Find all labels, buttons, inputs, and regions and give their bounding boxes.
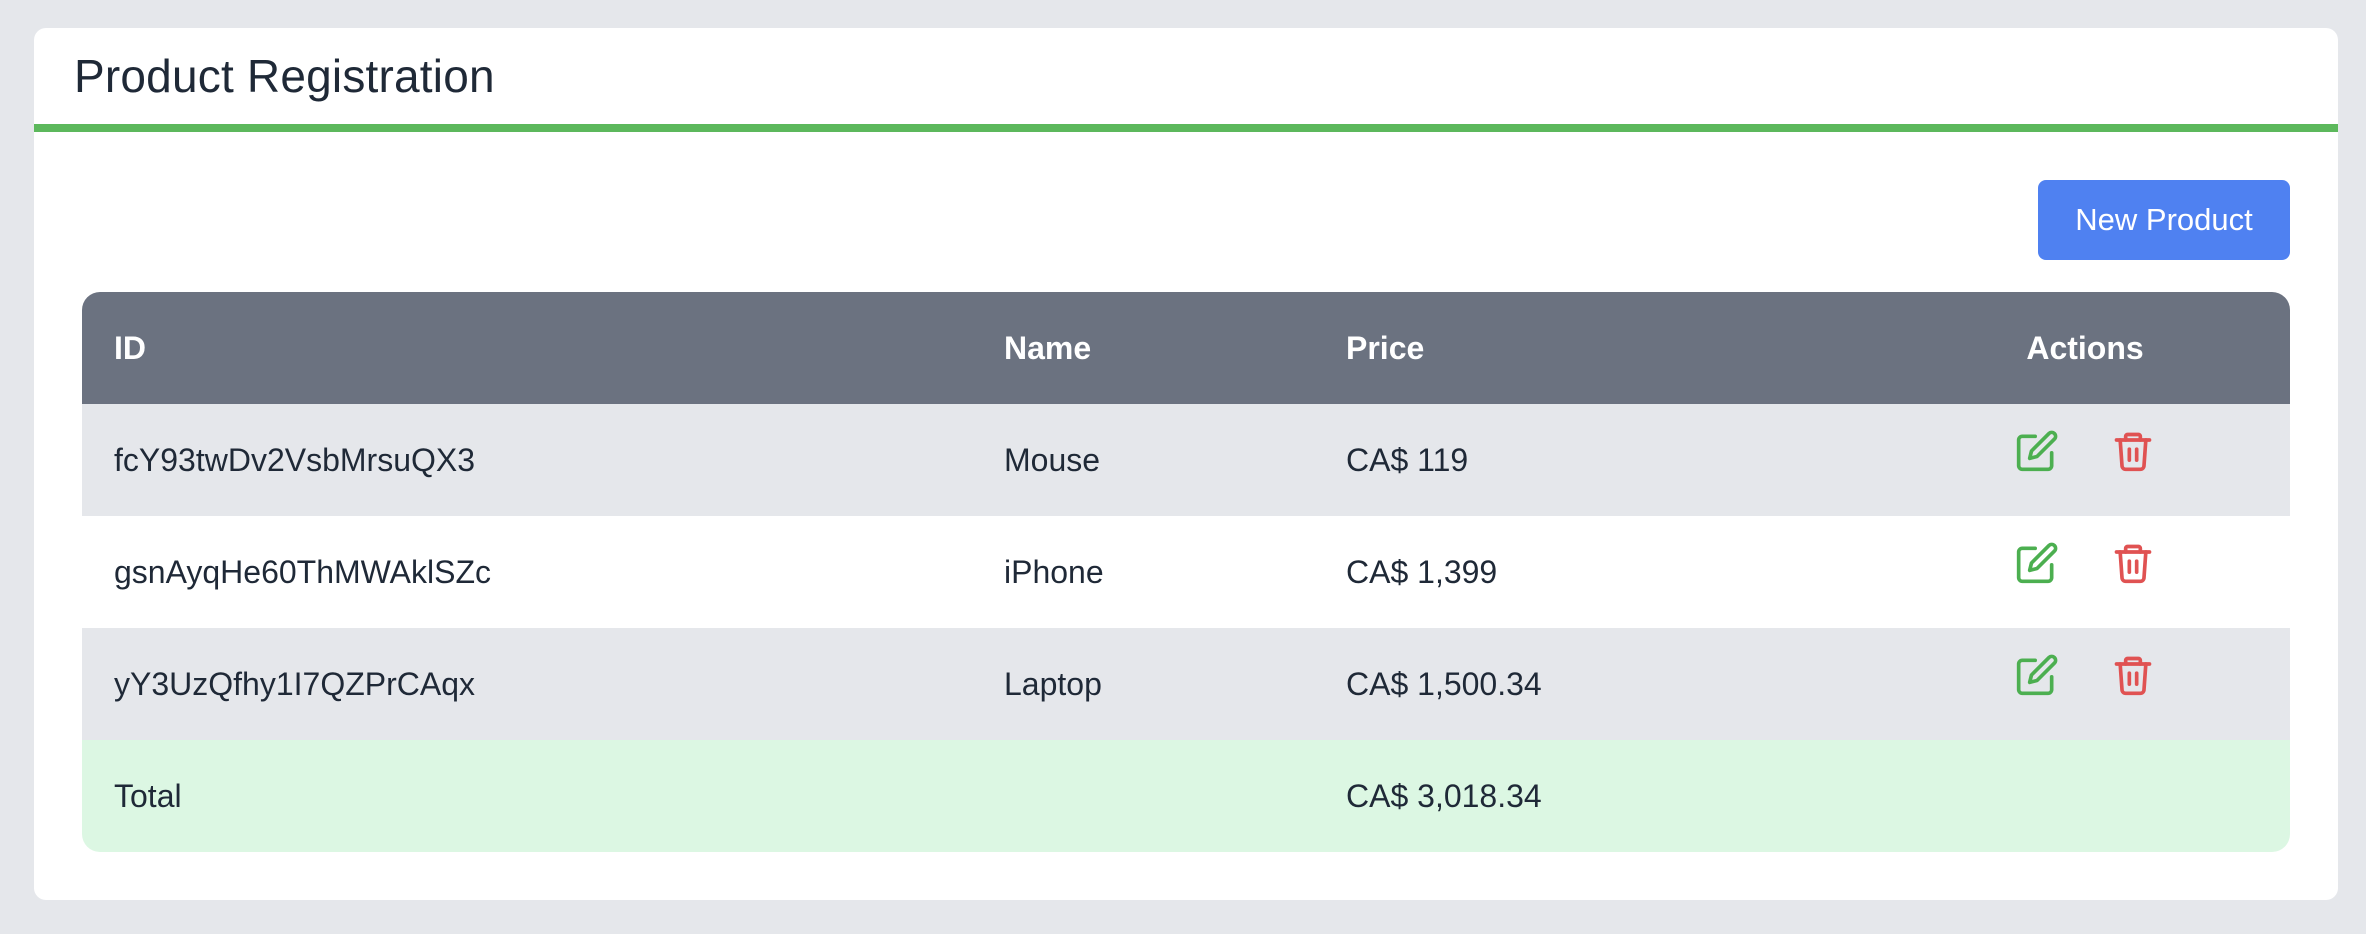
table-header-row: ID Name Price Actions — [82, 292, 2290, 404]
products-table: ID Name Price Actions fcY93twDv2VsbMrsuQ… — [82, 292, 2290, 852]
cell-price: CA$ 1,500.34 — [1346, 665, 1542, 702]
trash-icon[interactable] — [2109, 427, 2157, 475]
cell-name: Laptop — [1004, 665, 1102, 702]
cell-id: gsnAyqHe60ThMWAklSZc — [114, 553, 492, 590]
table-row: gsnAyqHe60ThMWAklSZc iPhone CA$ 1,399 — [82, 516, 2290, 628]
cell-actions — [1960, 516, 2290, 628]
cell-actions — [1960, 628, 2290, 740]
table-row: fcY93twDv2VsbMrsuQX3 Mouse CA$ 119 — [82, 404, 2290, 516]
trash-icon[interactable] — [2109, 651, 2157, 699]
cell-name: Mouse — [1004, 441, 1101, 478]
cell-price: CA$ 119 — [1346, 441, 1469, 478]
toolbar: New Product — [2038, 180, 2290, 260]
cell-name: iPhone — [1004, 553, 1104, 590]
total-row: Total CA$ 3,018.34 — [82, 740, 2290, 852]
row-actions — [2013, 427, 2157, 475]
column-header-actions: Actions — [2026, 329, 2144, 366]
row-actions — [2013, 539, 2157, 587]
table-row: yY3UzQfhy1I7QZPrCAqx Laptop CA$ 1,500.34 — [82, 628, 2290, 740]
edit-icon[interactable] — [2013, 651, 2061, 699]
table-body: fcY93twDv2VsbMrsuQX3 Mouse CA$ 119 gsnAy… — [82, 404, 2290, 852]
edit-icon[interactable] — [2013, 427, 2061, 475]
row-actions — [2013, 651, 2157, 699]
total-label: Total — [114, 777, 182, 814]
new-product-button[interactable]: New Product — [2038, 180, 2290, 260]
table-header: ID Name Price Actions — [82, 292, 2290, 404]
total-price: CA$ 3,018.34 — [1346, 777, 1542, 814]
trash-icon[interactable] — [2109, 539, 2157, 587]
cell-price: CA$ 1,399 — [1346, 553, 1498, 590]
products-table-wrapper: ID Name Price Actions fcY93twDv2VsbMrsuQ… — [82, 292, 2290, 852]
cell-actions — [1960, 404, 2290, 516]
edit-icon[interactable] — [2013, 539, 2061, 587]
column-header-id: ID — [114, 329, 146, 366]
column-header-name: Name — [1004, 329, 1092, 366]
total-empty-cell — [1004, 740, 1346, 852]
product-registration-card: Product Registration New Product ID Name… — [34, 28, 2338, 900]
page-title: Product Registration — [74, 50, 495, 102]
column-header-price: Price — [1346, 329, 1425, 366]
cell-id: fcY93twDv2VsbMrsuQX3 — [114, 441, 476, 478]
cell-id: yY3UzQfhy1I7QZPrCAqx — [114, 665, 475, 702]
total-actions-cell — [1960, 740, 2290, 852]
card-header: Product Registration — [34, 28, 2338, 132]
